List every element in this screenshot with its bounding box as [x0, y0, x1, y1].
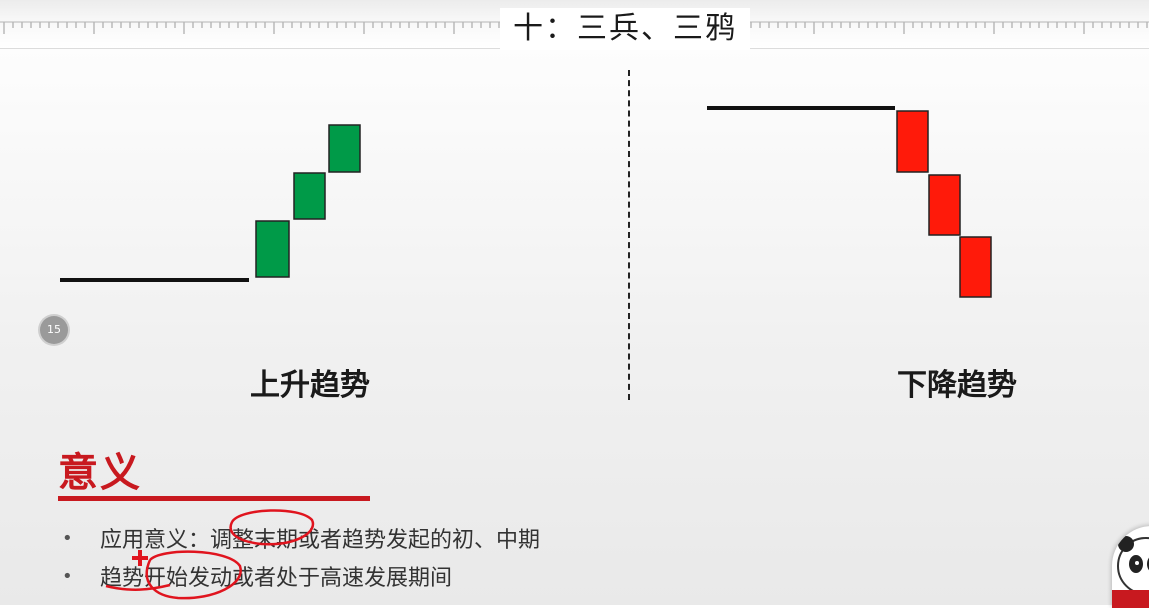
left-caption: 上升趋势 [250, 368, 370, 403]
up-candle-3 [328, 124, 361, 173]
bullet-item-2: • 趋势开始发动或者处于高速发展期间 [62, 560, 452, 592]
bullet-text-1: 应用意义：调整末期或者趋势发起的初、中期 [100, 528, 541, 553]
down-candle-1 [896, 110, 929, 173]
bullet-item-1: • 应用意义：调整末期或者趋势发起的初、中期 [62, 522, 540, 554]
bullet-dot: • [62, 527, 73, 549]
up-candle-2 [293, 172, 326, 220]
bullet-dot: • [62, 565, 73, 587]
down-candle-3 [959, 236, 992, 298]
up-candle-1 [255, 220, 290, 278]
replay-label: 15 [47, 323, 61, 336]
section-underline [58, 496, 370, 501]
right-caption: 下降趋势 [897, 368, 1017, 403]
replay-15-icon[interactable]: 15 [40, 316, 68, 344]
down-candle-2 [928, 174, 961, 236]
section-title: 意义 [58, 450, 142, 496]
candlestick-diagram [60, 106, 992, 298]
bullet-text-2: 趋势开始发动或者处于高速发展期间 [100, 566, 453, 591]
center-divider [628, 70, 630, 400]
